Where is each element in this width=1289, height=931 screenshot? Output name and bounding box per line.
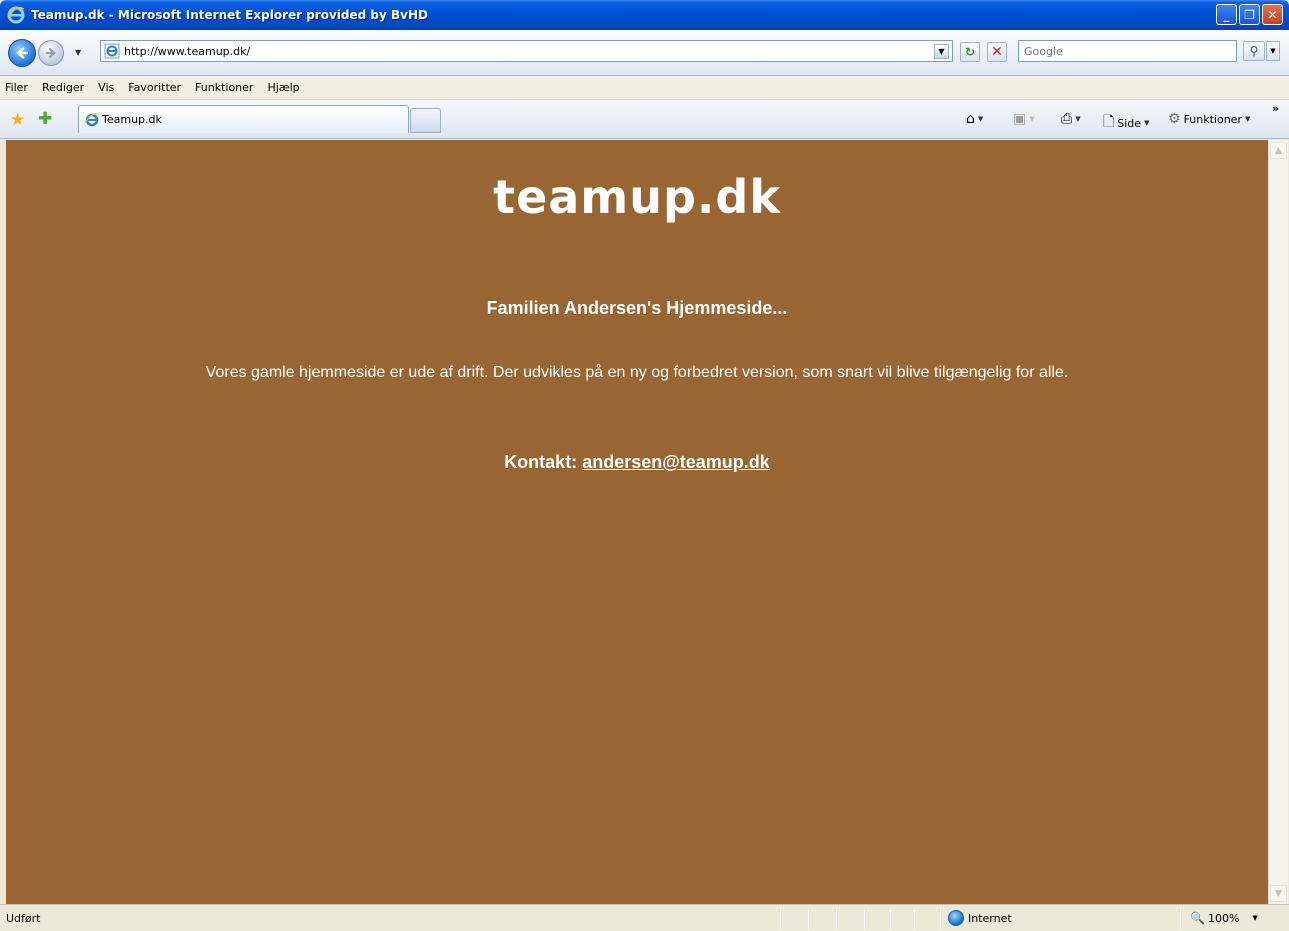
ie-page-icon	[84, 112, 100, 126]
home-icon: ⌂	[966, 111, 975, 127]
contact-label: Kontakt:	[504, 452, 578, 472]
window-title-bar[interactable]: Teamup.dk - Microsoft Internet Explorer …	[0, 0, 1289, 30]
gear-icon: ⚙	[1168, 111, 1181, 127]
zoom-control[interactable]: 🔍 100% ▼	[1190, 911, 1258, 925]
search-input[interactable]	[1019, 44, 1236, 58]
scroll-down-arrow-icon[interactable]: ▼	[1270, 885, 1287, 902]
add-favorites-icon[interactable]: ✚	[38, 109, 52, 129]
refresh-icon[interactable]: ↻	[960, 42, 980, 62]
zoom-icon: 🔍	[1190, 911, 1205, 925]
page-menu-label: Side	[1117, 116, 1142, 130]
tools-menu-label: Funktioner	[1183, 112, 1242, 126]
address-url: http://www.teamup.dk/	[124, 44, 251, 58]
status-text: Udført	[6, 912, 41, 925]
page-icon	[104, 43, 120, 59]
back-arrow-icon	[16, 47, 28, 59]
page-content: teamup.dk Familien Andersen's Hjemmeside…	[6, 140, 1268, 904]
status-divider	[864, 909, 865, 929]
menu-item-favoritter[interactable]: Favoritter	[128, 81, 181, 94]
stop-icon[interactable]: ✕	[987, 42, 1007, 62]
print-icon: ⎙	[1061, 111, 1073, 127]
forward-button[interactable]	[38, 40, 64, 66]
toolbar-overflow-chevron-icon[interactable]: »	[1272, 102, 1279, 115]
menu-item-hjaelp[interactable]: Hjælp	[267, 81, 299, 94]
page-subtitle: Familien Andersen's Hjemmeside...	[486, 298, 788, 318]
home-dropdown-icon[interactable]: ▼	[978, 115, 983, 123]
new-tab-button[interactable]	[410, 108, 441, 133]
page-menu-button[interactable]: 🗋 Side ▼	[1103, 111, 1149, 135]
recent-pages-dropdown-icon[interactable]: ▼	[75, 48, 81, 57]
scroll-up-arrow-icon[interactable]: ▲	[1270, 142, 1287, 159]
internet-explorer-icon	[7, 6, 25, 24]
contact-email-link[interactable]: andersen@teamup.dk	[582, 452, 770, 472]
feeds-dropdown-icon[interactable]: ▼	[1029, 115, 1034, 123]
address-toolbar: ▼ http://www.teamup.dk/ ▼ ↻ ✕ ⚲ ▼	[0, 30, 1289, 76]
menu-item-vis[interactable]: Vis	[98, 81, 114, 94]
page-menu-dropdown-icon: ▼	[1144, 119, 1150, 127]
status-divider	[780, 909, 781, 929]
zone-label: Internet	[968, 911, 1012, 925]
menu-item-filer[interactable]: Filer	[5, 81, 28, 94]
notice-text: Vores gamle hjemmeside er ude af drift. …	[205, 364, 1069, 381]
menu-bar: Filer Rediger Vis Favoritter Funktioner …	[0, 76, 1289, 100]
address-field[interactable]: http://www.teamup.dk/ ▼	[100, 40, 953, 62]
status-divider	[914, 909, 915, 929]
zoom-level: 100%	[1207, 911, 1240, 925]
menu-item-funktioner[interactable]: Funktioner	[195, 81, 253, 94]
tab-teamup[interactable]: Teamup.dk	[78, 105, 409, 133]
forward-arrow-icon	[45, 47, 57, 59]
address-dropdown-icon[interactable]: ▼	[934, 44, 949, 59]
status-bar: Udført Internet 🔍 100% ▼	[0, 904, 1289, 931]
print-button[interactable]: ⎙ ▼	[1061, 111, 1081, 127]
menu-item-rediger[interactable]: Rediger	[42, 81, 84, 94]
tab-label: Teamup.dk	[102, 113, 162, 126]
page-menu-icon: 🗋	[1103, 114, 1115, 130]
status-divider	[890, 909, 891, 929]
status-divider	[940, 909, 941, 929]
back-button[interactable]	[8, 39, 36, 67]
security-zone[interactable]: Internet	[948, 910, 1012, 926]
feeds-button[interactable]: ▣ ▼	[1013, 111, 1035, 127]
site-title: teamup.dk	[493, 170, 781, 224]
search-box[interactable]	[1018, 40, 1237, 62]
status-divider	[1180, 909, 1181, 929]
minimize-button[interactable]: _	[1216, 4, 1237, 25]
favorites-center-star-icon[interactable]: ★	[10, 110, 25, 130]
print-dropdown-icon[interactable]: ▼	[1075, 115, 1080, 123]
vertical-scrollbar[interactable]: ▲ ▼	[1268, 140, 1288, 904]
tools-menu-dropdown-icon: ▼	[1244, 115, 1251, 123]
feeds-icon: ▣	[1013, 111, 1027, 127]
window-title: Teamup.dk - Microsoft Internet Explorer …	[31, 8, 428, 22]
globe-icon	[948, 910, 964, 926]
status-divider	[836, 909, 837, 929]
tab-command-bar: ★ ✚ Teamup.dk ⌂ ▼ ▣ ▼ ⎙ ▼ 🗋 Side ▼ ⚙ Funkti…	[0, 100, 1289, 139]
search-icon[interactable]: ⚲	[1243, 41, 1265, 61]
close-button[interactable]: ✕	[1262, 4, 1283, 25]
restore-button[interactable]: ❐	[1239, 4, 1260, 25]
contact-line: Kontakt: andersen@teamup.dk	[6, 452, 1268, 473]
status-divider	[808, 909, 809, 929]
zoom-dropdown-icon[interactable]: ▼	[1252, 914, 1257, 922]
home-button[interactable]: ⌂ ▼	[966, 111, 983, 127]
tools-menu-button[interactable]: ⚙ Funktioner ▼	[1168, 111, 1250, 127]
search-options-dropdown-icon[interactable]: ▼	[1266, 41, 1280, 61]
